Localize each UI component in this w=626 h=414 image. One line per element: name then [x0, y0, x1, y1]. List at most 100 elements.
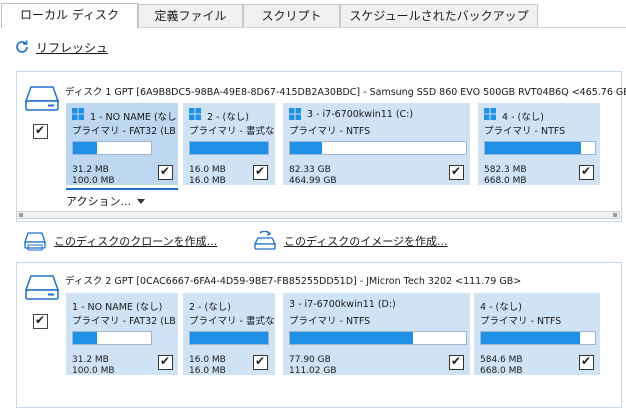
image-disk-icon — [254, 231, 276, 250]
disk-2-partition-3[interactable]: 3 - i7-6700kwin11 (D:) プライマリ - NTFS 77.9… — [283, 293, 470, 376]
selected-partition-indicator — [66, 188, 178, 190]
windows-logo-icon — [189, 108, 201, 120]
check-icon: ✔ — [581, 354, 592, 368]
tab-scripts[interactable]: スクリプト — [243, 4, 340, 27]
partition-usage-bar — [289, 141, 467, 155]
check-icon: ✔ — [451, 354, 462, 368]
partition-type: プライマリ - FAT32 (LBA) — [72, 126, 176, 137]
clone-disk-link[interactable]: このディスクのクローンを作成... — [24, 230, 217, 252]
partition-checkbox[interactable]: ✔ — [253, 354, 268, 370]
partition-type: プライマリ - 書式なし — [189, 316, 275, 327]
windows-logo-icon — [72, 108, 84, 120]
actions-label: アクション... — [66, 195, 131, 208]
disk-1-partition-2[interactable]: 2 - (なし) プライマリ - 書式なし 16.0 MB 16.0 MB ✔ — [183, 103, 275, 186]
partition-type: プライマリ - 書式なし — [189, 126, 275, 137]
tab-label: スクリプト — [261, 9, 322, 23]
clone-disk-label: このディスクのクローンを作成... — [54, 235, 218, 248]
partition-checkbox[interactable]: ✔ — [158, 164, 173, 180]
partition-total: 100.0 MB — [72, 366, 115, 376]
disk-2-partition-2[interactable]: 2 - (なし) プライマリ - 書式なし 16.0 MB 16.0 MB ✔ — [183, 293, 275, 376]
check-icon: ✔ — [255, 354, 266, 368]
partition-used: 31.2 MB — [72, 355, 109, 365]
check-icon: ✔ — [35, 123, 46, 137]
partition-checkbox[interactable]: ✔ — [449, 164, 464, 180]
partition-type: プライマリ - FAT32 (LBA) — [72, 316, 176, 327]
tab-local-disk[interactable]: ローカル ディスク — [1, 3, 138, 28]
partition-total: 668.0 MB — [484, 176, 527, 186]
scroll-right-icon[interactable] — [613, 213, 617, 217]
partition-total: 464.99 GB — [289, 176, 337, 186]
partition-type: プライマリ - NTFS — [289, 126, 371, 137]
partition-type: プライマリ - NTFS — [480, 316, 562, 327]
partition-name: 1 - NO NAME (なし) — [72, 302, 163, 313]
partition-total: 100.0 MB — [72, 176, 115, 186]
partition-usage-bar — [480, 331, 596, 345]
image-disk-label: このディスクのイメージを作成... — [284, 235, 448, 248]
usage-fill — [290, 142, 322, 154]
partition-usage-bar — [72, 141, 152, 155]
horizontal-scrollbar[interactable] — [16, 211, 620, 219]
refresh-icon — [16, 40, 28, 53]
usage-fill — [190, 332, 268, 344]
dropdown-arrow-icon — [136, 198, 145, 204]
partition-usage-bar — [189, 331, 269, 345]
disk-2-checkbox[interactable]: ✔ — [33, 313, 48, 329]
partition-checkbox[interactable]: ✔ — [253, 164, 268, 180]
partition-checkbox[interactable]: ✔ — [158, 354, 173, 370]
windows-logo-icon — [484, 108, 496, 120]
tab-label: 定義ファイル — [154, 9, 227, 23]
check-icon: ✔ — [35, 313, 46, 327]
partition-checkbox[interactable]: ✔ — [579, 354, 594, 370]
tab-scheduled-backups[interactable]: スケジュールされたバックアップ — [340, 4, 538, 27]
partition-total: 16.0 MB — [189, 176, 226, 186]
usage-fill — [73, 332, 98, 344]
disk-1-checkbox[interactable]: ✔ — [33, 123, 48, 139]
disk-1-partition-3[interactable]: 3 - i7-6700kwin11 (C:) プライマリ - NTFS 82.3… — [283, 103, 470, 186]
refresh-label: リフレッシュ — [36, 40, 109, 55]
check-icon: ✔ — [451, 164, 462, 178]
partition-name: 2 - (なし) — [207, 112, 249, 123]
partition-used: 16.0 MB — [189, 165, 226, 175]
disk-2-partition-4[interactable]: 4 - (なし) プライマリ - NTFS 584.6 MB 668.0 MB … — [474, 293, 600, 376]
partition-name: 2 - (なし) — [189, 302, 231, 313]
usage-fill — [481, 332, 581, 344]
disk-1-partition-4[interactable]: 4 - (なし) プライマリ - NTFS 582.3 MB 668.0 MB … — [478, 103, 600, 186]
image-disk-link[interactable]: このディスクのイメージを作成... — [254, 230, 448, 252]
check-icon: ✔ — [581, 164, 592, 178]
partition-usage-bar — [484, 141, 596, 155]
actions-menu[interactable]: アクション... — [66, 193, 145, 209]
hard-drive-icon — [25, 86, 59, 111]
partition-usage-bar — [289, 331, 467, 345]
check-icon: ✔ — [255, 164, 266, 178]
tab-definition-files[interactable]: 定義ファイル — [138, 4, 243, 27]
disk-1-partition-1[interactable]: 1 - NO NAME (なし プライマリ - FAT32 (LBA) 31.2… — [66, 103, 178, 186]
partition-usage-bar — [72, 331, 152, 345]
partition-checkbox[interactable]: ✔ — [579, 164, 594, 180]
windows-logo-icon — [289, 108, 301, 120]
partition-total: 111.02 GB — [289, 366, 337, 376]
usage-fill — [485, 142, 581, 154]
partition-name: 4 - (なし) — [480, 302, 522, 313]
scroll-left-icon[interactable] — [19, 213, 23, 217]
partition-used: 82.33 GB — [289, 165, 331, 175]
tab-bar: ローカル ディスク 定義ファイル スクリプト スケジュールされたバックアップ — [0, 0, 626, 28]
partition-used: 31.2 MB — [72, 165, 109, 175]
partition-type: プライマリ - NTFS — [484, 126, 566, 137]
partition-type: プライマリ - NTFS — [289, 316, 371, 327]
check-icon: ✔ — [160, 354, 171, 368]
disk-2-partition-1[interactable]: 1 - NO NAME (なし) プライマリ - FAT32 (LBA) 31.… — [66, 293, 178, 376]
partition-used: 584.6 MB — [480, 355, 523, 365]
partition-used: 582.3 MB — [484, 165, 527, 175]
partition-used: 77.90 GB — [289, 355, 331, 365]
partition-checkbox[interactable]: ✔ — [449, 354, 464, 370]
refresh-button[interactable]: リフレッシュ — [14, 37, 108, 57]
disk-1-title: ディスク 1 GPT [6A9B8DC5-98BA-49E8-8D67-415D… — [65, 87, 626, 98]
partition-usage-bar — [189, 141, 269, 155]
partition-total: 668.0 MB — [480, 366, 523, 376]
partition-name: 3 - i7-6700kwin11 (C:) — [307, 109, 414, 120]
partition-name: 3 - i7-6700kwin11 (D:) — [289, 299, 396, 310]
check-icon: ✔ — [160, 164, 171, 178]
usage-fill — [290, 332, 414, 344]
disk-2-title: ディスク 2 GPT [0CAC6667-6FA4-4D59-9BE7-FB85… — [65, 276, 522, 287]
usage-fill — [190, 142, 268, 154]
